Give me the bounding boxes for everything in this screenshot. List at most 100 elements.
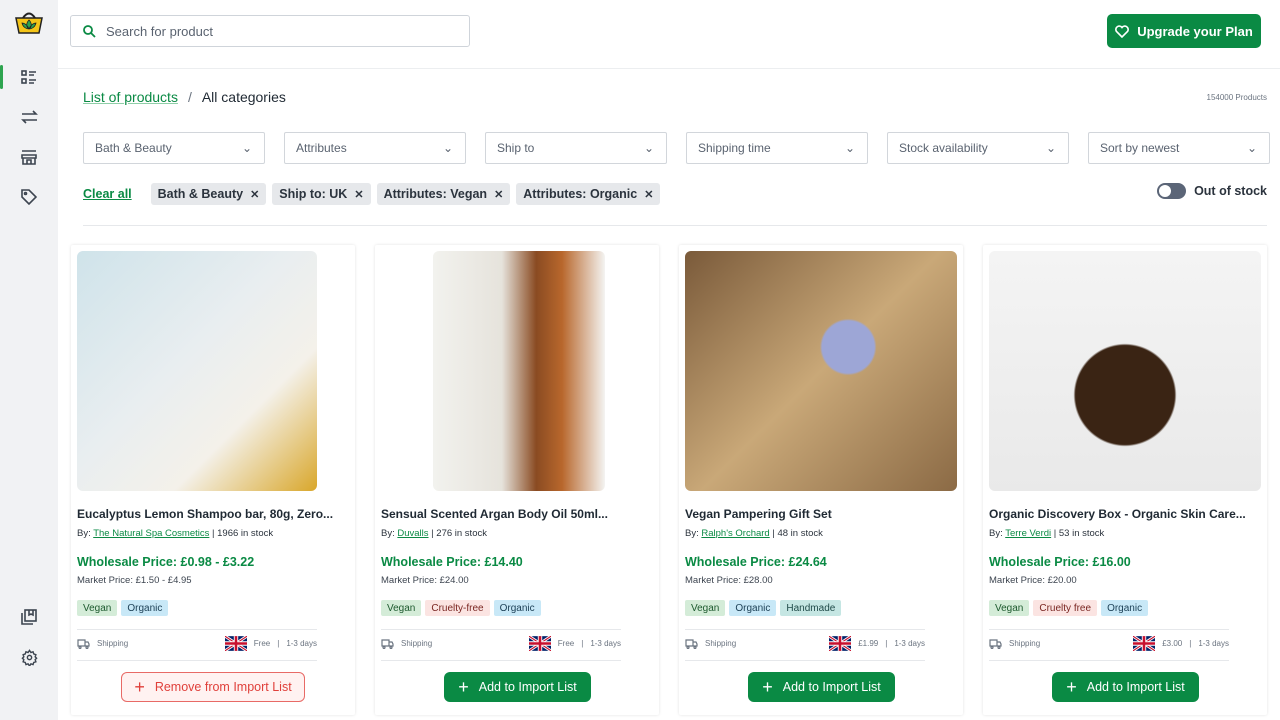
sidebar-item-store[interactable] <box>0 145 58 169</box>
shipping-time: 1-3 days <box>894 639 925 648</box>
basket-logo-icon[interactable] <box>15 9 43 35</box>
shipping-cost: £3.00 <box>1162 639 1183 648</box>
tag-badge: Vegan <box>381 600 422 616</box>
sidebar-item-import[interactable] <box>0 105 58 129</box>
store-icon <box>21 149 37 165</box>
product-image[interactable] <box>77 251 317 491</box>
shipping-cost: Free <box>557 639 575 648</box>
tag-badge: Cruelty free <box>1033 600 1098 616</box>
seller-link[interactable]: Duvalls <box>397 528 428 539</box>
filter-chip[interactable]: Attributes: Organic ✕ <box>516 183 661 205</box>
upgrade-plan-button[interactable]: Upgrade your Plan <box>1107 14 1261 48</box>
search-input[interactable]: Search for product <box>70 15 470 47</box>
breadcrumb-current: All categories <box>201 89 286 105</box>
chip-label: Ship to: UK <box>279 187 348 201</box>
shipping-label: Shipping <box>705 639 737 648</box>
filter-label: Ship to <box>497 141 535 155</box>
truck-icon <box>685 638 698 649</box>
divider <box>381 629 621 630</box>
filter-stock[interactable]: Stock availability ⌄ <box>887 132 1069 164</box>
remove-from-import-list-button[interactable]: + Remove from Import List <box>121 672 305 702</box>
clear-all-link[interactable]: Clear all <box>83 187 132 201</box>
uk-flag-icon <box>1133 636 1156 651</box>
truck-icon <box>381 638 394 649</box>
product-title[interactable]: Sensual Scented Argan Body Oil 50ml... <box>381 507 608 521</box>
search-icon <box>83 24 96 38</box>
by-label: By: <box>77 528 91 539</box>
sidebar-item-products[interactable] <box>0 65 58 89</box>
product-card: Sensual Scented Argan Body Oil 50ml... B… <box>375 245 659 715</box>
list-icon <box>21 70 36 84</box>
close-icon[interactable]: ✕ <box>644 188 653 201</box>
shipping-row: Shipping £1.99 | 1-3 days <box>685 636 925 651</box>
shipping-cost: Free <box>253 639 271 648</box>
add-to-import-list-button[interactable]: + Add to Import List <box>748 672 895 702</box>
stock-count: 48 in stock <box>777 528 823 539</box>
add-to-import-list-button[interactable]: + Add to Import List <box>444 672 591 702</box>
chip-label: Attributes: Vegan <box>383 187 488 201</box>
sort-select[interactable]: Sort by newest ⌄ <box>1088 132 1270 164</box>
divider <box>77 629 317 630</box>
tag-list: Vegan Organic Handmade <box>685 600 842 616</box>
breadcrumb-link-products[interactable]: List of products <box>83 89 178 105</box>
filter-label: Attributes <box>296 141 347 155</box>
filter-shipping-time[interactable]: Shipping time ⌄ <box>686 132 868 164</box>
wholesale-price: Wholesale Price: £0.98 - £3.22 <box>77 555 255 569</box>
close-icon[interactable]: ✕ <box>494 188 503 201</box>
product-title[interactable]: Vegan Pampering Gift Set <box>685 507 832 521</box>
market-price: Market Price: £20.00 <box>989 575 1077 586</box>
top-header: Search for product Upgrade your Plan <box>58 0 1280 69</box>
divider <box>989 629 1229 630</box>
seller-link[interactable]: The Natural Spa Cosmetics <box>93 528 209 539</box>
uk-flag-icon <box>224 636 247 651</box>
sidebar-item-settings[interactable] <box>0 645 58 669</box>
tag-list: Vegan Cruelty free Organic <box>989 600 1149 616</box>
divider <box>77 660 317 661</box>
product-title[interactable]: Eucalyptus Lemon Shampoo bar, 80g, Zero.… <box>77 507 333 521</box>
chip-label: Attributes: Organic <box>523 187 638 201</box>
tag-heart-icon <box>21 189 37 205</box>
product-title[interactable]: Organic Discovery Box - Organic Skin Car… <box>989 507 1246 521</box>
filter-chip[interactable]: Ship to: UK ✕ <box>272 183 371 205</box>
truck-icon <box>77 638 90 649</box>
sidebar-item-guide[interactable] <box>0 605 58 629</box>
seller-line: By: Terre Verdi | 53 in stock <box>989 528 1105 539</box>
swap-arrows-icon <box>20 110 38 124</box>
close-icon[interactable]: ✕ <box>354 188 363 201</box>
product-image[interactable] <box>433 251 605 491</box>
breadcrumb-separator: / <box>187 89 192 105</box>
tag-badge: Vegan <box>77 600 118 616</box>
sidebar-item-tags[interactable] <box>0 185 58 209</box>
tag-list: Vegan Cruelty-free Organic <box>381 600 541 616</box>
toggle-switch[interactable] <box>1157 183 1187 199</box>
divider <box>685 660 925 661</box>
chevron-down-icon: ⌄ <box>1246 141 1257 155</box>
product-image[interactable] <box>989 251 1261 491</box>
add-to-import-list-button[interactable]: + Add to Import List <box>1052 672 1199 702</box>
filter-chip[interactable]: Attributes: Vegan ✕ <box>376 183 511 205</box>
chevron-down-icon: ⌄ <box>1045 141 1056 155</box>
seller-link[interactable]: Ralph's Orchard <box>701 528 769 539</box>
seller-link[interactable]: Terre Verdi <box>1005 528 1051 539</box>
product-count: 154000 Products <box>1206 93 1268 102</box>
tag-badge: Handmade <box>780 600 842 616</box>
filter-ship-to[interactable]: Ship to ⌄ <box>485 132 667 164</box>
button-label: Add to Import List <box>1086 680 1185 694</box>
heart-icon <box>1115 24 1130 38</box>
chevron-down-icon: ⌄ <box>643 141 654 155</box>
wholesale-price: Wholesale Price: £14.40 <box>381 555 523 569</box>
filter-chip[interactable]: Bath & Beauty ✕ <box>150 183 267 205</box>
plus-icon: + <box>134 677 145 697</box>
filter-label: Shipping time <box>698 141 771 155</box>
shipping-row: Shipping Free | 1-3 days <box>381 636 621 651</box>
uk-flag-icon <box>829 636 852 651</box>
filter-category[interactable]: Bath & Beauty ⌄ <box>83 132 265 164</box>
tag-badge: Organic <box>121 600 169 616</box>
close-icon[interactable]: ✕ <box>250 188 259 201</box>
plus-icon: + <box>458 677 469 697</box>
product-image[interactable] <box>685 251 957 491</box>
chevron-down-icon: ⌄ <box>442 141 453 155</box>
out-of-stock-toggle[interactable]: Out of stock <box>1157 183 1267 199</box>
plus-icon: + <box>762 677 773 697</box>
filter-attributes[interactable]: Attributes ⌄ <box>284 132 466 164</box>
